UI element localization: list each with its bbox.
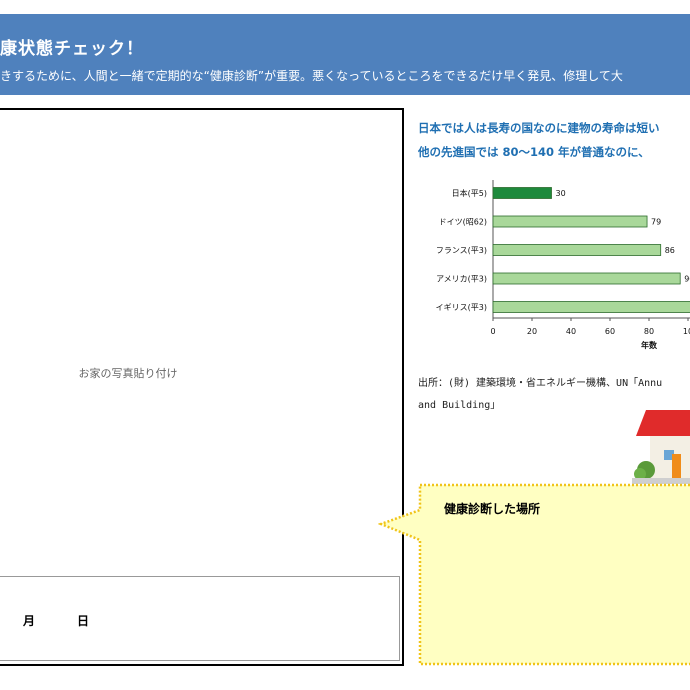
chart-bar — [492, 187, 552, 199]
chart-category-label: イギリス(平3) — [436, 303, 487, 312]
chart-data-label: 86 — [665, 246, 675, 255]
chart-caption-line1: 日本では人は長寿の国なのに建物の寿命は短い — [418, 121, 660, 135]
chart-bar — [492, 215, 648, 228]
chart-category-label: ドイツ(昭62) — [439, 218, 487, 227]
chart-x-tick-label: 40 — [566, 327, 576, 336]
chart-data-label: 96 — [684, 275, 690, 284]
source-line1: 出所：(財) 建築環境・省エネルギー機構、UN「Annu — [418, 378, 663, 389]
chart-caption-line2: 他の先進国では 80～140 年が普通なのに、 — [418, 145, 650, 159]
chart-category-label: アメリカ(平3) — [436, 275, 487, 284]
chart-x-tick-label: 20 — [527, 327, 537, 336]
chart-x-tick-label: 0 — [490, 327, 495, 336]
chart-bar — [492, 301, 690, 313]
chart-x-tick-label: 80 — [644, 327, 654, 336]
house-icon — [632, 410, 690, 484]
chart-data-label: 79 — [651, 218, 661, 227]
source-line2: and Building」 — [418, 400, 501, 411]
page-title: 康状態チェック！ — [0, 39, 144, 59]
chart-bar — [492, 244, 662, 256]
chart-x-tick-label: 60 — [605, 327, 615, 336]
chart-bar — [492, 272, 681, 285]
chart-x-tick-label: 10 — [683, 327, 690, 336]
photo-placeholder-text: お家の写真貼り付け — [78, 367, 178, 380]
chart-category-label: フランス(平3) — [436, 246, 487, 255]
day-label: 日 — [77, 614, 90, 628]
building-lifespan-chart: 日本(平5) 30 ドイツ(昭62) 79 フランス(平3) 86 アメリカ(平3) 96 イギ… — [436, 180, 690, 350]
date-box[interactable]: 月 日 — [0, 576, 400, 661]
chart-data-label: 30 — [556, 189, 566, 198]
header-description: きするために、人間と一緒で定期的な“健康診断”が重要。悪くなっているところをでき… — [0, 69, 623, 83]
bubble-label: 健康診断した場所 — [444, 502, 541, 516]
chart-category-label: 日本(平5) — [452, 188, 487, 198]
header-banner: 康状態チェック！ きするために、人間と一緒で定期的な“健康診断”が重要。悪くなっ… — [0, 14, 690, 95]
chart-x-axis-label: 年数 — [641, 340, 658, 350]
month-label: 月 — [23, 614, 36, 628]
